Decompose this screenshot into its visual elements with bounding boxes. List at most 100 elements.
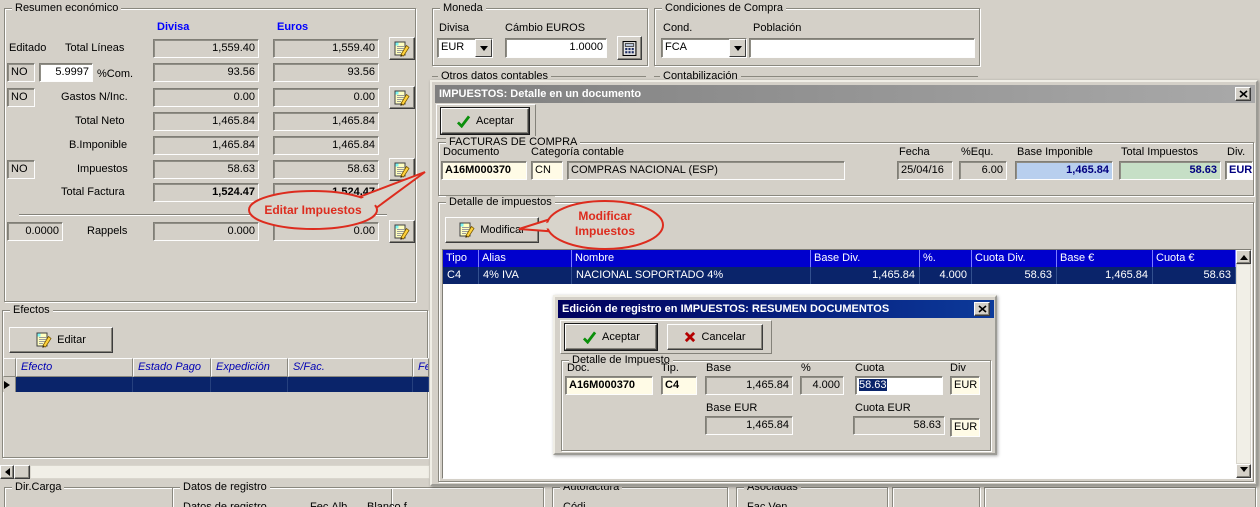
hscroll-track[interactable] — [30, 465, 430, 479]
col-alias[interactable]: Alias — [479, 250, 572, 267]
documento-field[interactable]: A16M000370 — [441, 161, 527, 180]
cond-combo[interactable]: FCA — [661, 38, 747, 58]
vscroll-track[interactable] — [1236, 264, 1251, 464]
total-factura-divisa-field: 1,524.47 — [153, 183, 259, 202]
com-euros-field[interactable]: 93.56 — [273, 63, 379, 82]
tip-field[interactable]: C4 — [661, 376, 697, 395]
bottom-panel-wide — [984, 487, 1256, 507]
doc-field[interactable]: A16M000370 — [565, 376, 653, 395]
total-lineas-divisa-field[interactable]: 1,559.40 — [153, 39, 259, 58]
poblacion-label: Población — [753, 19, 801, 38]
modificar-button[interactable]: Modificar — [445, 217, 539, 243]
bottom-panel-small — [892, 487, 980, 507]
edit-note-icon — [394, 162, 410, 178]
rappels-euros-field[interactable]: 0.00 — [273, 222, 379, 241]
application-window: { "colors":{"accent_blue":"#0000ff","gri… — [0, 0, 1260, 507]
cell-nombre: NACIONAL SOPORTADO 4% — [572, 267, 811, 284]
editado-label: Editado — [9, 39, 46, 58]
edit-impuestos-button[interactable] — [389, 158, 415, 181]
div-label: Div — [950, 362, 966, 375]
editado-impuestos-flag: NO — [7, 160, 35, 179]
cambio-field[interactable]: 1.0000 — [505, 38, 607, 58]
aceptar-button[interactable]: Aceptar — [441, 108, 529, 134]
fecha-field: 25/04/16 — [897, 161, 953, 180]
impuestos-table-row[interactable]: C4 4% IVA NACIONAL SOPORTADO 4% 1,465.84… — [443, 267, 1236, 284]
edit-total-lineas-button[interactable] — [389, 37, 415, 60]
equ-field: 6.00 — [959, 161, 1007, 180]
bimponible-euros-field: 1,465.84 — [273, 136, 379, 155]
edicion-dialog-title: Edición de registro en IMPUESTOS: RESUME… — [562, 303, 889, 315]
gastos-euros-field[interactable]: 0.00 — [273, 88, 379, 107]
base-label: Base — [706, 362, 731, 375]
resumen-economico-panel: Resumen económico Divisa Euros Editado T… — [4, 8, 416, 302]
chevron-down-icon[interactable] — [729, 39, 746, 57]
datos-registro-panel: Datos de registro Datos de registro Fec.… — [172, 487, 544, 507]
categoria-code-field[interactable]: CN — [531, 161, 563, 180]
impuestos-dialog-title: IMPUESTOS: Detalle en un documento — [439, 88, 641, 100]
edicion-aceptar-button[interactable]: Aceptar — [565, 324, 657, 350]
col-cuota-eur[interactable]: Cuota € — [1153, 250, 1236, 267]
modificar-label: Modificar — [480, 224, 525, 236]
col-base-div[interactable]: Base Div. — [811, 250, 920, 267]
col-expedicion[interactable]: Expedición — [211, 358, 288, 377]
selected-text: 58.63 — [859, 379, 887, 391]
divisa-combo[interactable]: EUR — [437, 38, 493, 58]
impuestos-divisa-field[interactable]: 58.63 — [153, 160, 259, 179]
row-label: B.Imponible — [69, 136, 127, 155]
vscroll-up-button[interactable] — [1236, 250, 1251, 264]
base-eur-label: Base EUR — [706, 402, 757, 415]
editar-efectos-button[interactable]: Editar — [9, 327, 113, 353]
edit-note-icon — [394, 41, 410, 57]
base-imponible-label: Base Imponible — [1017, 145, 1093, 159]
col-pct[interactable]: %. — [920, 250, 972, 267]
row-marker — [3, 377, 16, 392]
row-label: Rappels — [87, 222, 127, 241]
col-sfac[interactable]: S/Fac. — [288, 358, 413, 377]
col-fecha[interactable]: Fe — [413, 358, 429, 377]
impuestos-dialog-titlebar[interactable]: IMPUESTOS: Detalle en un documento — [435, 85, 1255, 103]
hscroll-left-button[interactable] — [0, 465, 14, 479]
edit-gastos-button[interactable] — [389, 86, 415, 109]
com-rate-field[interactable]: 5.9997 — [39, 63, 93, 82]
rappels-rate-field[interactable]: 0.0000 — [7, 222, 63, 241]
efectos-selected-row[interactable] — [3, 377, 429, 392]
cell-base-div: 1,465.84 — [811, 267, 920, 284]
close-icon — [1239, 90, 1248, 98]
col-estado-pago[interactable]: Estado Pago — [133, 358, 211, 377]
condiciones-title: Condiciones de Compra — [662, 2, 786, 15]
poblacion-field[interactable] — [749, 38, 975, 58]
impuestos-euros-field[interactable]: 58.63 — [273, 160, 379, 179]
col-cuota-div[interactable]: Cuota Div. — [972, 250, 1057, 267]
codigo-label: Códi — [563, 498, 586, 507]
edicion-cancelar-button[interactable]: Cancelar — [667, 324, 763, 350]
com-divisa-field[interactable]: 93.56 — [153, 63, 259, 82]
div-label: Div. — [1227, 145, 1245, 159]
col-nombre[interactable]: Nombre — [572, 250, 811, 267]
edicion-dialog-titlebar[interactable]: Edición de registro en IMPUESTOS: RESUME… — [558, 300, 994, 318]
cell — [133, 377, 211, 392]
cell-cuota-div: 58.63 — [972, 267, 1057, 284]
div-eur-field[interactable]: EUR — [950, 418, 980, 437]
col-efecto[interactable]: Efecto — [16, 358, 133, 377]
calculator-button[interactable] — [617, 36, 642, 60]
hscroll-thumb[interactable] — [14, 465, 30, 479]
cuota-field[interactable]: 58.63 — [855, 376, 943, 395]
asociadas-panel: Asociadas Fac.Ven — [736, 487, 888, 507]
close-button[interactable] — [1235, 87, 1251, 101]
resumen-title: Resumen económico — [12, 2, 121, 15]
close-button[interactable] — [974, 302, 990, 316]
chevron-down-icon[interactable] — [475, 39, 492, 57]
edit-rappels-button[interactable] — [389, 220, 415, 243]
categoria-label: Categoría contable — [531, 145, 624, 159]
div-field[interactable]: EUR — [950, 376, 980, 395]
total-lineas-euros-field[interactable]: 1,559.40 — [273, 39, 379, 58]
gastos-divisa-field[interactable]: 0.00 — [153, 88, 259, 107]
edit-note-icon — [36, 332, 52, 348]
blanco-label: Blanco f — [367, 498, 407, 507]
rappels-divisa-field[interactable]: 0.000 — [153, 222, 259, 241]
base-imponible-field: 1,465.84 — [1015, 161, 1113, 180]
col-tipo[interactable]: Tipo — [443, 250, 479, 267]
vscroll-down-button[interactable] — [1236, 464, 1251, 478]
col-base-eur[interactable]: Base € — [1057, 250, 1153, 267]
datos-registro-field-label: Datos de registro — [183, 498, 267, 507]
